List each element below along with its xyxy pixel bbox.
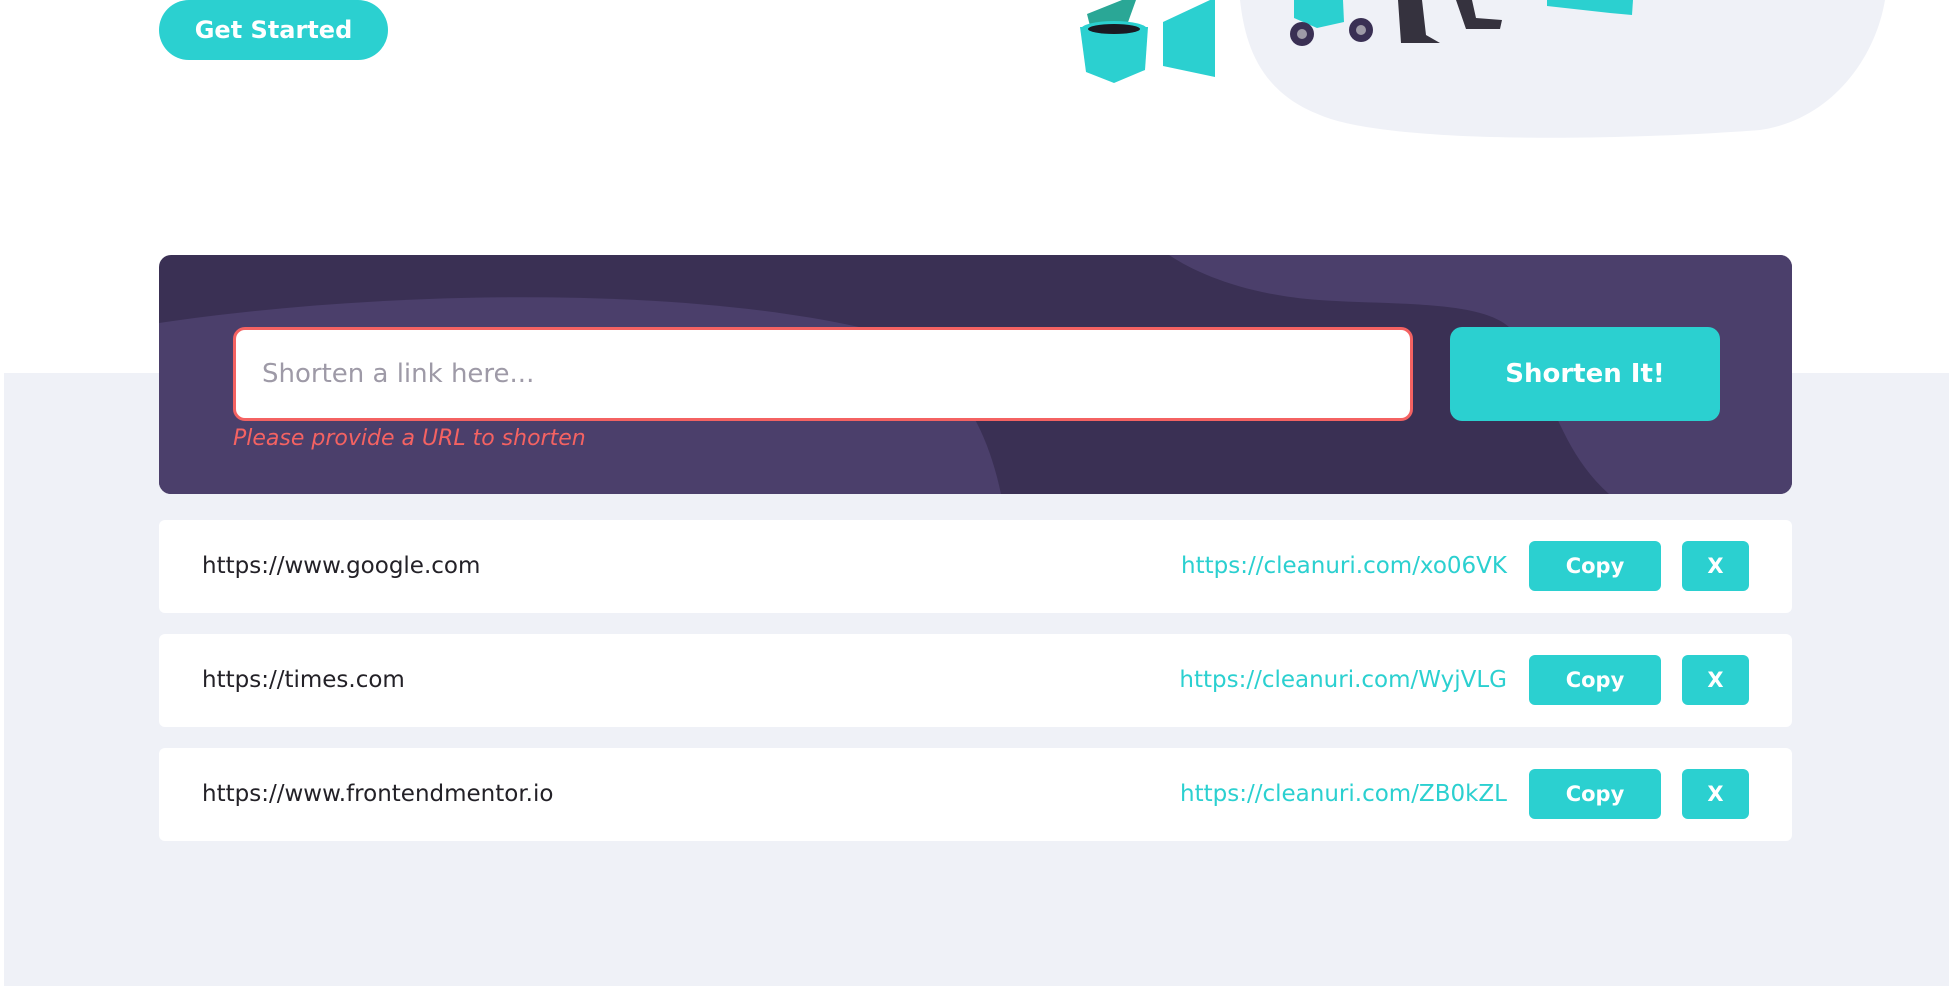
short-url-link[interactable]: https://cleanuri.com/xo06VK <box>1181 520 1507 613</box>
link-result-row: https://www.frontendmentor.io https://cl… <box>159 748 1792 841</box>
copy-button[interactable]: Copy <box>1529 655 1661 705</box>
shorten-button[interactable]: Shorten It! <box>1450 327 1720 421</box>
remove-link-button[interactable]: X <box>1682 655 1749 705</box>
original-url: https://www.frontendmentor.io <box>202 781 554 807</box>
working-person-illustration <box>1080 0 1885 138</box>
shorten-panel: Shorten It! Please provide a URL to shor… <box>159 255 1792 494</box>
short-url-link[interactable]: https://cleanuri.com/WyjVLG <box>1179 634 1507 727</box>
original-url: https://times.com <box>202 667 405 693</box>
remove-link-button[interactable]: X <box>1682 541 1749 591</box>
remove-link-button[interactable]: X <box>1682 769 1749 819</box>
get-started-button[interactable]: Get Started <box>159 0 388 60</box>
link-result-row: https://times.com https://cleanuri.com/W… <box>159 634 1792 727</box>
original-url: https://www.google.com <box>202 553 481 579</box>
shortened-links-list: https://www.google.com https://cleanuri.… <box>159 520 1792 862</box>
short-url-link[interactable]: https://cleanuri.com/ZB0kZL <box>1180 748 1507 841</box>
link-result-row: https://www.google.com https://cleanuri.… <box>159 520 1792 613</box>
url-error-message: Please provide a URL to shorten <box>233 426 586 451</box>
url-input[interactable] <box>233 327 1413 421</box>
copy-button[interactable]: Copy <box>1529 769 1661 819</box>
copy-button[interactable]: Copy <box>1529 541 1661 591</box>
